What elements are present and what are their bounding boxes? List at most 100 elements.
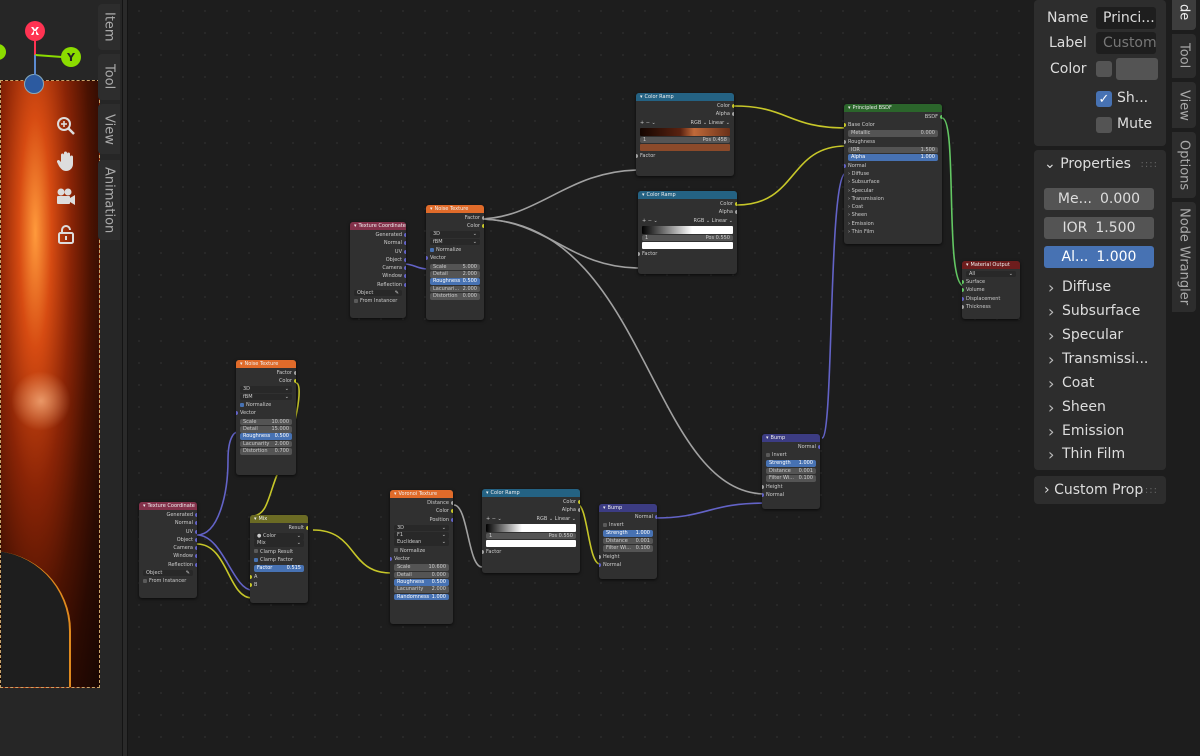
socket-factor[interactable]: Factor (482, 548, 576, 556)
tab-view[interactable]: View (98, 104, 120, 154)
node-color-ramp-3[interactable]: ▾ Color Ramp Color Alpha + − ⌄ RGB ⌄ Linea… (482, 489, 580, 573)
socket-window[interactable]: Window (143, 552, 197, 560)
socket-generated[interactable]: Generated (143, 511, 197, 519)
socket-color[interactable]: Color (486, 498, 580, 506)
3d-viewport[interactable]: X Y Item Tool View Animation (0, 0, 122, 756)
socket-normal-out[interactable]: Normal (766, 443, 820, 451)
socket-alpha[interactable]: Alpha (640, 110, 734, 118)
subpanel-subsurface[interactable]: Subsurface (1048, 302, 1140, 321)
invert-checkbox[interactable]: Invert (603, 521, 653, 529)
socket-color[interactable]: Color (642, 200, 737, 208)
socket-factor[interactable]: Factor (430, 214, 484, 222)
distortion-field[interactable]: Distortion 0.000 (430, 293, 480, 300)
node-header[interactable]: ▾ Noise Texture (426, 205, 484, 213)
roughness-field[interactable]: Roughness 0.500 (430, 278, 480, 285)
socket-distance[interactable]: Distance (394, 499, 453, 507)
ramp-stop-color[interactable] (642, 242, 733, 250)
hand-pan-icon[interactable] (52, 147, 80, 175)
invert-checkbox[interactable]: Invert (766, 451, 816, 459)
object-field[interactable]: Object ✎ (354, 289, 402, 297)
color-checkbox[interactable] (1096, 61, 1112, 77)
tab-view[interactable]: View (1172, 82, 1196, 128)
distortion-field[interactable]: Distortion 0.700 (240, 448, 292, 455)
socket-uv[interactable]: UV (143, 528, 197, 536)
mute-checkbox[interactable] (1096, 117, 1112, 133)
alpha-slider[interactable]: Al... 1.000 (1044, 246, 1154, 268)
node-label-field[interactable]: Custom (1096, 32, 1156, 54)
socket-object[interactable]: Object (143, 536, 197, 544)
drag-handle-icon[interactable]: :::: (1141, 159, 1158, 170)
scale-field[interactable]: Scale 10.000 (240, 418, 292, 426)
socket-alpha[interactable]: Alpha (486, 506, 580, 514)
node-header[interactable]: ▾ Color Ramp (636, 93, 734, 101)
node-header[interactable]: ▾ Bump (599, 504, 657, 512)
properties-header[interactable]: ⌄ Properties (1044, 156, 1131, 172)
socket-base-color[interactable]: Base Color (844, 121, 938, 129)
distance-metric-dropdown[interactable]: Euclidean ⌄ (394, 539, 449, 547)
socket-position[interactable]: Position (394, 516, 453, 524)
socket-window[interactable]: Window (354, 272, 406, 280)
zoom-icon[interactable] (52, 112, 80, 140)
lock-icon[interactable] (52, 220, 80, 248)
socket-reflection[interactable]: Reflection (143, 561, 197, 569)
socket-displacement[interactable]: Displacement (962, 295, 1016, 303)
socket-object[interactable]: Object (354, 256, 406, 264)
node-color-ramp-1[interactable]: ▾ Color Ramp Color Alpha + − ⌄ RGB ⌄ Linea… (636, 93, 734, 176)
node-header[interactable]: ▾ Voronoi Texture (390, 490, 453, 498)
node-color-ramp-2[interactable]: ▾ Color Ramp Color Alpha + − ⌄ RGB ⌄ Linea… (638, 191, 737, 274)
node-header[interactable]: ▾ Material Output (962, 261, 1020, 269)
ramp-stop-position[interactable]: 1 Pos 0.458 (640, 136, 730, 144)
randomness-field[interactable]: Randomness 1.000 (394, 593, 449, 601)
filter-width-field[interactable]: Filter Wi... 0.100 (766, 475, 816, 482)
node-header[interactable]: ▾ Texture Coordinate (139, 502, 197, 510)
socket-reflection[interactable]: Reflection (354, 281, 406, 289)
node-header[interactable]: ▾ Color Ramp (638, 191, 737, 199)
dimension-dropdown[interactable]: 3D ⌄ (394, 524, 449, 532)
node-texture-coordinate-2[interactable]: ▾ Texture Coordinate Generated Normal UV … (139, 502, 197, 598)
lacunarity-field[interactable]: Lacunari... 2.000 (430, 285, 480, 293)
node-principled-bsdf[interactable]: ▾ Principled BSDF BSDF Base Color Metalli… (844, 104, 942, 244)
socket-vector[interactable]: Vector (236, 409, 292, 417)
clamp-result-checkbox[interactable]: Clamp Result (254, 548, 304, 556)
blend-mode-dropdown[interactable]: Mix ⌄ (254, 540, 304, 548)
tab-node-wrangler[interactable]: Node Wrangler (1172, 202, 1196, 312)
tab-options[interactable]: Options (1172, 132, 1196, 198)
strength-field[interactable]: Strength 1.000 (766, 460, 816, 467)
node-header[interactable]: ▾ Color Ramp (482, 489, 580, 497)
alpha-field[interactable]: Alpha 1.000 (848, 154, 938, 161)
subpanel-emission[interactable]: › Emission (848, 220, 938, 228)
socket-alpha[interactable]: Alpha (642, 208, 737, 216)
socket-b[interactable]: B (250, 581, 304, 589)
ramp-toolbar[interactable]: + − ⌄ RGB ⌄ Linear ⌄ (640, 119, 730, 127)
scale-field[interactable]: Scale 10.600 (394, 564, 449, 571)
subpanel-transmission[interactable]: › Transmission (848, 195, 938, 203)
factor-field[interactable]: Factor 0.515 (254, 565, 304, 572)
node-noise-texture-1[interactable]: ▾ Noise Texture Factor Color 3D ⌄ fBM ⌄ Nor… (426, 205, 484, 320)
node-voronoi-texture[interactable]: ▾ Voronoi Texture Distance Color Position… (390, 490, 453, 624)
lacunarity-field[interactable]: Lacunarity 2.000 (394, 586, 449, 594)
socket-factor[interactable]: Factor (240, 369, 296, 377)
tab-node[interactable]: de (1172, 0, 1196, 30)
socket-height[interactable]: Height (599, 553, 653, 561)
ramp-stop-position[interactable]: 1 Pos 0.550 (642, 234, 733, 242)
socket-normal-in[interactable]: Normal (762, 491, 816, 499)
socket-vector[interactable]: Vector (426, 254, 480, 262)
metallic-field[interactable]: Metallic 0.000 (848, 130, 938, 137)
socket-normal[interactable]: Normal (844, 162, 938, 170)
dimension-dropdown[interactable]: 3D ⌄ (430, 231, 480, 238)
socket-roughness[interactable]: Roughness (844, 138, 938, 146)
dimension-dropdown[interactable]: 3D ⌄ (240, 386, 292, 393)
ior-slider[interactable]: IOR 1.500 (1044, 217, 1154, 239)
noise-type-dropdown[interactable]: fBM ⌄ (240, 393, 292, 401)
tab-tool[interactable]: Tool (98, 54, 120, 100)
socket-factor[interactable]: Factor (638, 250, 733, 258)
subpanel-specular[interactable]: › Specular (848, 187, 938, 195)
target-dropdown[interactable]: All ⌄ (966, 270, 1016, 278)
feature-dropdown[interactable]: F1 ⌄ (394, 532, 449, 539)
node-bump-1[interactable]: ▾ Bump Normal Invert Strength 1.000 Distan… (599, 504, 657, 579)
socket-normal[interactable]: Normal (143, 519, 197, 527)
node-header[interactable]: ▾ Mix (250, 515, 308, 523)
subpanel-specular[interactable]: Specular (1048, 326, 1123, 345)
subpanel-diffuse[interactable]: Diffuse (1048, 278, 1111, 297)
subpanel-diffuse[interactable]: › Diffuse (848, 170, 938, 178)
